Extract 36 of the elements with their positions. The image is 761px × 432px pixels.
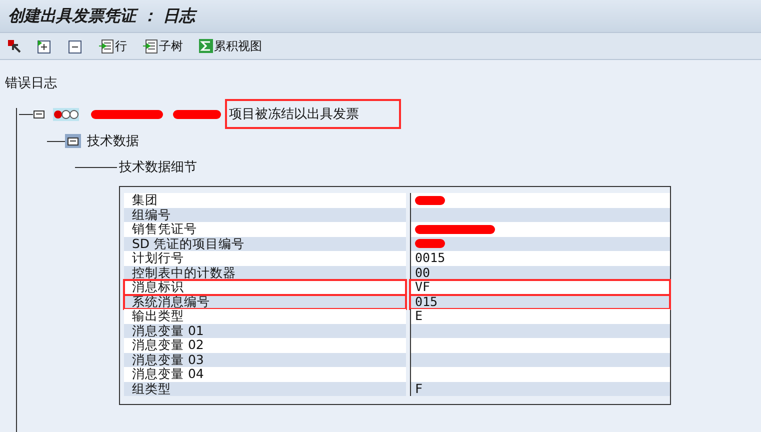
select-icon: [7, 39, 21, 53]
tree-node-label[interactable]: 技术数据细节: [119, 158, 197, 176]
message-text[interactable]: 项目被冻结以出具发票: [229, 107, 359, 122]
field-value: 0015: [410, 251, 670, 266]
redaction-mark: [173, 110, 221, 118]
window-title: 创建出具发票凭证 ： 日志: [0, 0, 761, 33]
field-label: 销售凭证号: [124, 222, 406, 236]
field-label: 消息变量 01: [124, 324, 406, 338]
expand-icon: [37, 38, 52, 54]
field-value: 015: [410, 294, 670, 309]
toolbar-button[interactable]: 子树: [140, 38, 186, 54]
field-value: E: [410, 309, 670, 324]
field-value: VF: [410, 280, 670, 294]
sigma-icon: [199, 39, 213, 53]
field-label: 输出类型: [124, 309, 406, 324]
collapse-icon: [68, 38, 83, 54]
field-label: 消息标识: [124, 280, 406, 294]
field-label: 消息变量 02: [124, 338, 406, 352]
toolbar-button[interactable]: 累积视图: [196, 38, 265, 54]
folder-icon[interactable]: [65, 134, 81, 148]
traffic-light-icon: [53, 108, 79, 120]
field-label: 集团: [124, 193, 406, 208]
field-label: 组类型: [124, 382, 406, 396]
tree-root-label[interactable]: 错误日志: [5, 76, 57, 91]
rows-icon: [143, 38, 158, 54]
field-label: 计划行号: [124, 251, 406, 266]
field-label: 消息变量 03: [124, 352, 406, 367]
tree-node-label[interactable]: 技术数据: [87, 132, 139, 150]
field-label: 组编号: [124, 208, 406, 222]
field-label: 消息变量 04: [124, 367, 406, 382]
toolbar-button[interactable]: 行: [96, 38, 130, 54]
folder-icon[interactable]: [33, 109, 45, 119]
field-label: 系统消息编号: [124, 294, 406, 309]
rows-icon: [99, 38, 114, 54]
field-value: F: [410, 382, 670, 396]
field-label: SD 凭证的项目编号: [124, 236, 406, 251]
